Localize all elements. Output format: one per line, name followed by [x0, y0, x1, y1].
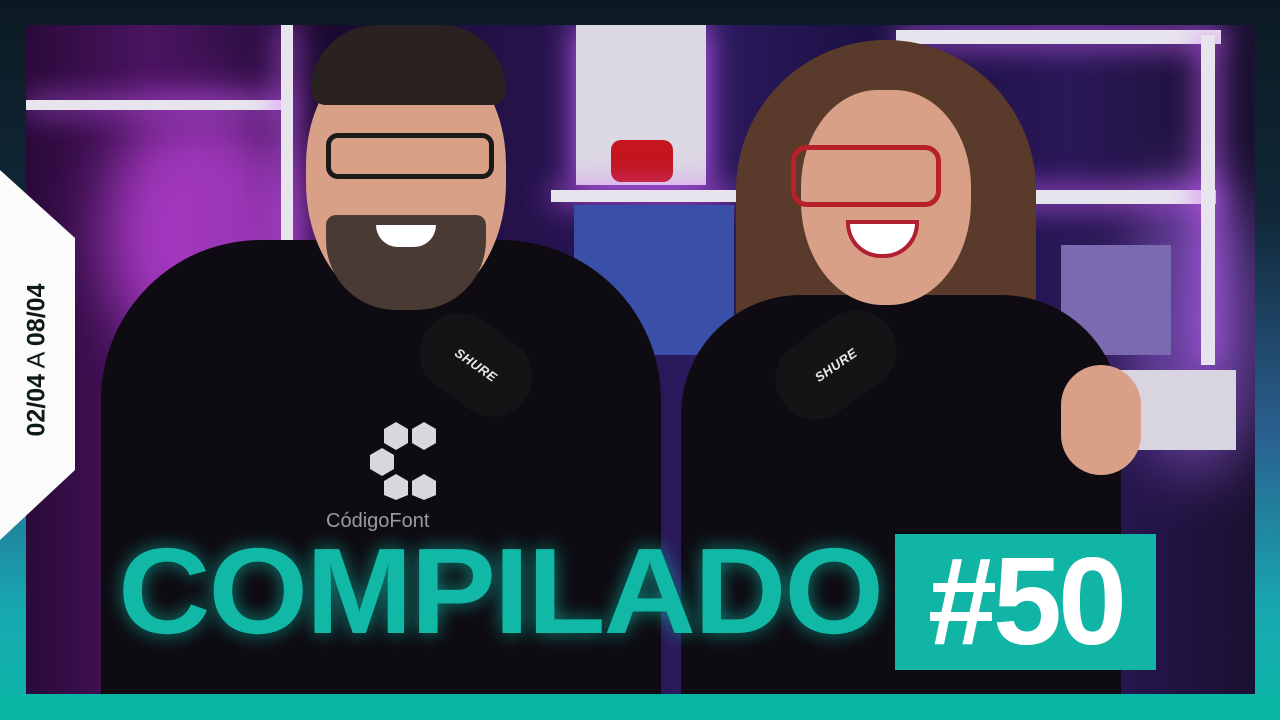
glasses-icon: [326, 133, 494, 179]
shelf: [281, 25, 293, 265]
shelf: [896, 30, 1221, 44]
episode-number-box: #50: [895, 534, 1156, 670]
date-separator: A: [22, 353, 51, 369]
codigo-fonte-logo-icon: [370, 422, 436, 500]
shelf: [26, 100, 291, 110]
woman-hand: [1061, 365, 1141, 475]
mic-brand-label: SHURE: [812, 345, 860, 385]
date-end: 08/04: [22, 283, 51, 347]
mic-brand-label: SHURE: [452, 345, 500, 385]
shelf: [551, 190, 736, 202]
play-button-award-icon: [611, 140, 673, 182]
man-hair: [311, 25, 506, 105]
shelf: [1201, 35, 1215, 365]
title-text: COMPILADO: [118, 523, 884, 659]
red-glasses-icon: [791, 145, 941, 207]
bottom-accent-bar: [0, 694, 1280, 720]
date-start: 02/04: [22, 373, 51, 437]
date-range-text: 02/04 A 08/04: [23, 284, 52, 437]
episode-number: #50: [928, 533, 1127, 671]
